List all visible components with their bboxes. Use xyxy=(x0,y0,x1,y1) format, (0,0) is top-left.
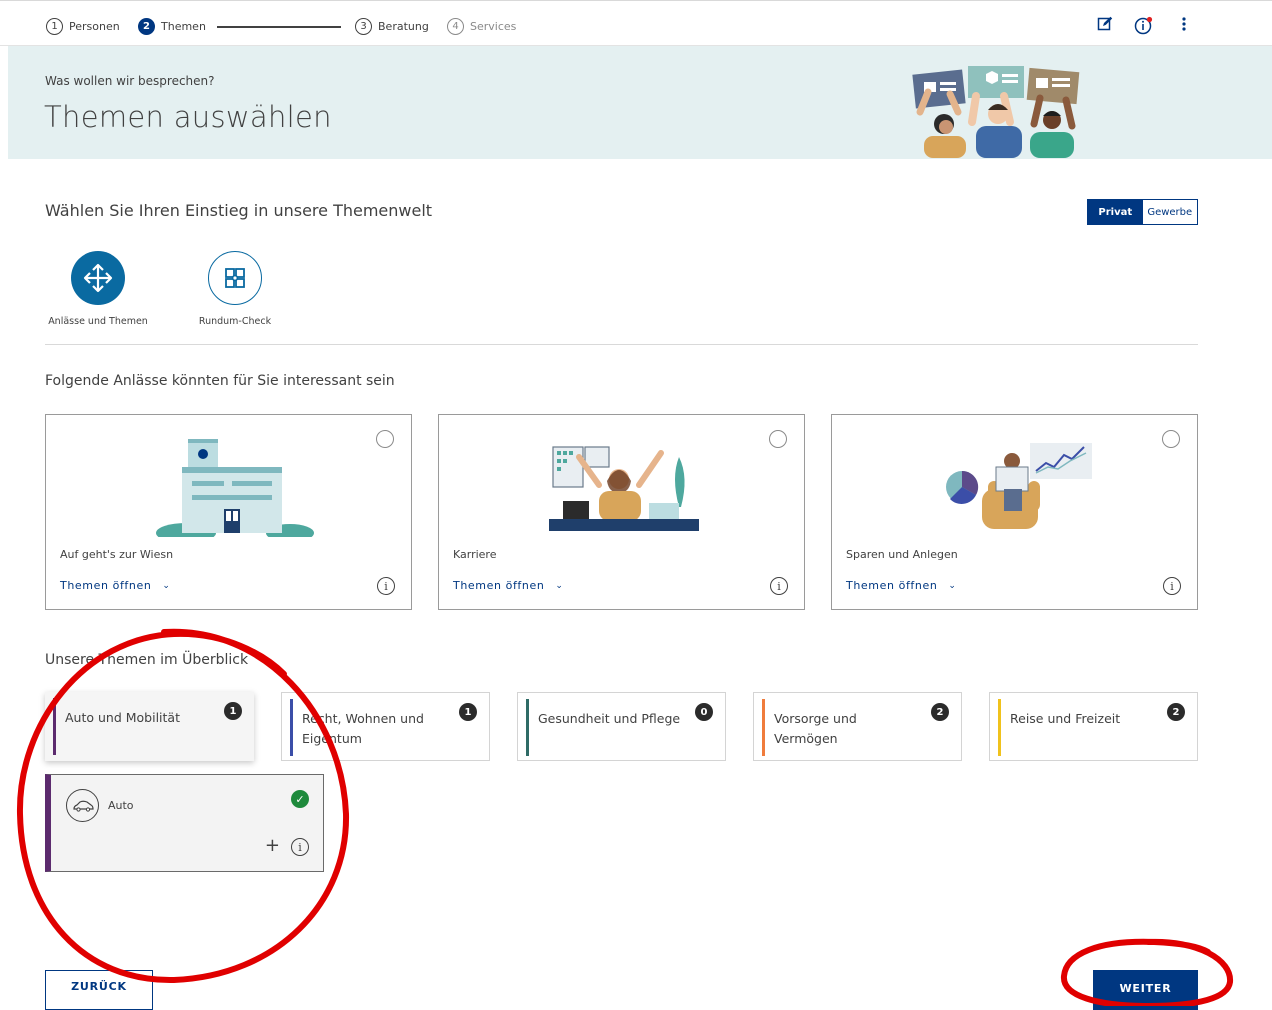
entry-label: Anlässe und Themen xyxy=(48,316,148,327)
topic-color-bar xyxy=(53,698,56,755)
step-beratung[interactable]: 3 Beratung xyxy=(355,18,429,35)
topic-count-badge: 2 xyxy=(1167,703,1185,721)
topic-label: Gesundheit und Pflege xyxy=(538,711,681,726)
topic-count-badge: 1 xyxy=(459,703,477,721)
entry-rundum-check[interactable]: Rundum-Check xyxy=(180,251,290,327)
chevron-down-icon: ⌄ xyxy=(948,580,957,591)
step-number: 1 xyxy=(46,18,63,35)
radio-button[interactable] xyxy=(769,430,787,448)
step-progress-line xyxy=(217,26,341,28)
topic-tile-auto-mobilitaet[interactable]: Auto und Mobilität 1 xyxy=(45,692,254,761)
step-label: Personen xyxy=(69,20,120,33)
occasion-card-sparen[interactable]: Sparen und Anlegen Themen öffnen ⌄ i xyxy=(831,414,1198,610)
topic-item-auto[interactable]: Auto ✓ + i xyxy=(45,774,324,872)
occasion-title: Auf geht's zur Wiesn xyxy=(60,548,174,561)
open-topics-link[interactable]: Themen öffnen ⌄ xyxy=(60,579,171,592)
topic-label: Reise und Freizeit xyxy=(1010,711,1121,726)
chevron-down-icon: ⌄ xyxy=(555,580,564,591)
topics-heading: Unsere Themen im Überblick xyxy=(45,652,249,668)
people-with-signs-illustration xyxy=(912,66,1080,158)
car-icon xyxy=(66,789,99,822)
step-number: 2 xyxy=(138,18,155,35)
chevron-down-icon: ⌄ xyxy=(162,580,171,591)
occasion-title: Sparen und Anlegen xyxy=(846,548,958,561)
entry-anlaesse-und-themen[interactable]: Anlässe und Themen xyxy=(43,251,153,327)
topic-label: Recht, Wohnen und Eigentum xyxy=(302,711,424,746)
page-title: Themen auswählen xyxy=(44,100,332,134)
step-label: Beratung xyxy=(378,20,429,33)
topic-label: Auto und Mobilität xyxy=(65,710,180,725)
radio-button[interactable] xyxy=(1162,430,1180,448)
info-icon[interactable]: i xyxy=(1163,577,1181,595)
toggle-gewerbe[interactable]: Gewerbe xyxy=(1143,200,1198,224)
topic-color-bar xyxy=(762,699,765,756)
building-illustration xyxy=(156,439,314,537)
topic-tile-vorsorge[interactable]: Vorsorge und Vermögen 2 xyxy=(753,692,962,761)
arrows-split-icon xyxy=(71,251,125,305)
topic-color-bar xyxy=(526,699,529,756)
step-label: Themen xyxy=(161,20,206,33)
entry-label: Rundum-Check xyxy=(198,316,272,327)
step-personen[interactable]: 1 Personen xyxy=(46,18,120,35)
open-topics-link[interactable]: Themen öffnen ⌄ xyxy=(453,579,564,592)
more-vertical-icon[interactable] xyxy=(1180,16,1188,36)
occasion-title: Karriere xyxy=(453,548,497,561)
add-icon[interactable]: + xyxy=(265,837,280,855)
topic-tile-gesundheit[interactable]: Gesundheit und Pflege 0 xyxy=(517,692,726,761)
info-alert-icon[interactable] xyxy=(1134,16,1154,40)
puzzle-icon xyxy=(208,251,262,305)
topic-color-bar xyxy=(290,699,293,756)
radio-button[interactable] xyxy=(376,430,394,448)
section-divider xyxy=(45,344,1198,345)
topic-count-badge: 2 xyxy=(931,703,949,721)
open-topics-label: Themen öffnen xyxy=(453,579,545,592)
info-icon[interactable]: i xyxy=(291,838,309,856)
progress-stepper: 1 Personen 2 Themen 3 Beratung 4 Service… xyxy=(0,0,1272,46)
step-label: Services xyxy=(470,20,517,33)
occasion-card-wiesn[interactable]: Auf geht's zur Wiesn Themen öffnen ⌄ i xyxy=(45,414,412,610)
topic-tile-reise-freizeit[interactable]: Reise und Freizeit 2 xyxy=(989,692,1198,761)
occasion-card-karriere[interactable]: Karriere Themen öffnen ⌄ i xyxy=(438,414,805,610)
check-icon: ✓ xyxy=(291,790,309,808)
step-number: 3 xyxy=(355,18,372,35)
step-number: 4 xyxy=(447,18,464,35)
page-subtitle: Was wollen wir besprechen? xyxy=(45,74,215,88)
info-icon[interactable]: i xyxy=(377,577,395,595)
topic-count-badge: 1 xyxy=(224,702,242,720)
edit-icon[interactable] xyxy=(1097,16,1113,36)
toggle-privat[interactable]: Privat xyxy=(1088,200,1143,224)
privat-gewerbe-toggle: Privat Gewerbe xyxy=(1087,199,1198,225)
topic-count-badge: 0 xyxy=(695,703,713,721)
next-button[interactable]: WEITER xyxy=(1093,970,1198,1010)
celebrating-person-illustration xyxy=(549,446,699,531)
entry-heading: Wählen Sie Ihren Einstieg in unsere Them… xyxy=(45,201,433,220)
topic-item-name: Auto xyxy=(108,799,134,812)
back-button[interactable]: ZURÜCK xyxy=(45,970,153,1010)
step-themen[interactable]: 2 Themen xyxy=(138,18,206,35)
topic-label: Vorsorge und Vermögen xyxy=(774,711,857,746)
open-topics-label: Themen öffnen xyxy=(846,579,938,592)
open-topics-label: Themen öffnen xyxy=(60,579,152,592)
open-topics-link[interactable]: Themen öffnen ⌄ xyxy=(846,579,957,592)
topic-color-bar xyxy=(998,699,1001,756)
reading-person-chart-illustration xyxy=(946,443,1092,529)
info-icon[interactable]: i xyxy=(770,577,788,595)
topic-tile-recht-wohnen[interactable]: Recht, Wohnen und Eigentum 1 xyxy=(281,692,490,761)
occasions-heading: Folgende Anlässe könnten für Sie interes… xyxy=(45,373,395,389)
step-services[interactable]: 4 Services xyxy=(447,18,516,35)
